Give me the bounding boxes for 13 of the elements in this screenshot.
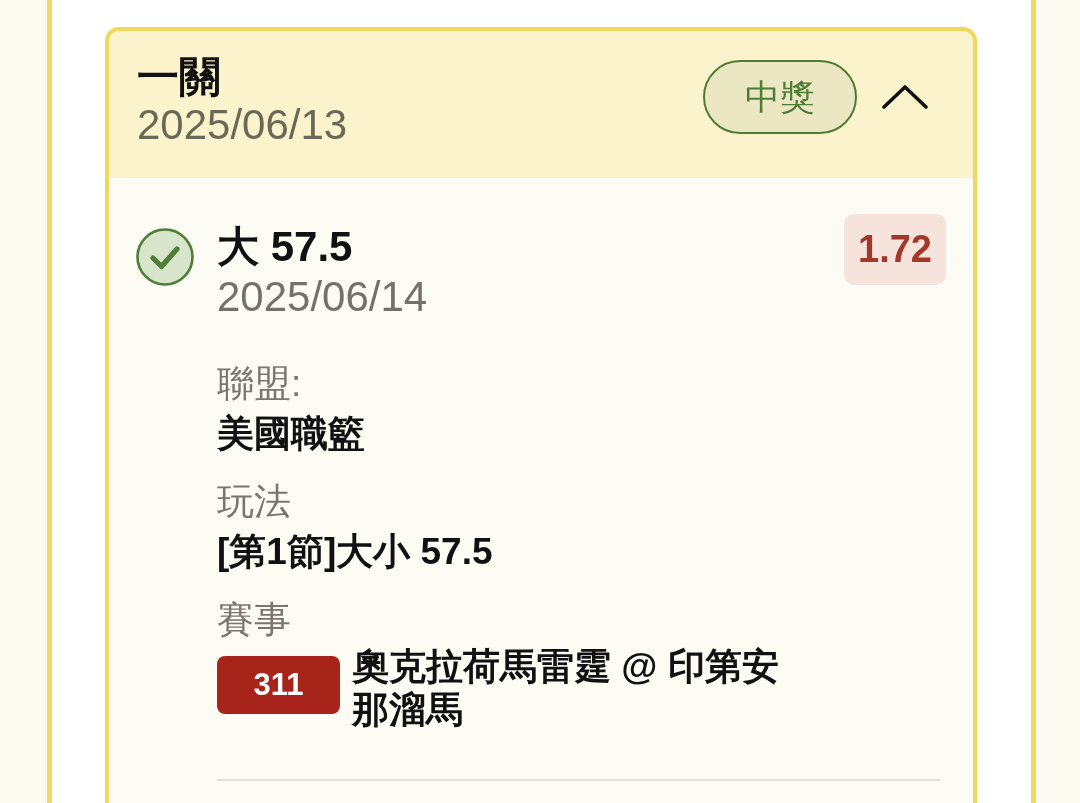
event-name: 奧克拉荷馬雷霆 @ 印第安那溜馬 [352, 645, 780, 731]
bet-date: 2025/06/13 [137, 101, 349, 149]
result-tag: 中獎 [703, 60, 857, 134]
bet-type-title: 一關 [137, 53, 222, 101]
league-label: 聯盟: [217, 362, 303, 406]
pick-title: 大 57.5 [217, 222, 354, 272]
market-label: 玩法 [217, 480, 292, 524]
match-number-tag: 311 [217, 656, 340, 714]
market-value: [第1節]大小 57.5 [217, 530, 494, 574]
league-value: 美國職籃 [217, 412, 366, 456]
match-date: 2025/06/14 [217, 272, 429, 322]
event-label: 賽事 [217, 598, 292, 642]
odds-tag: 1.72 [844, 214, 946, 285]
